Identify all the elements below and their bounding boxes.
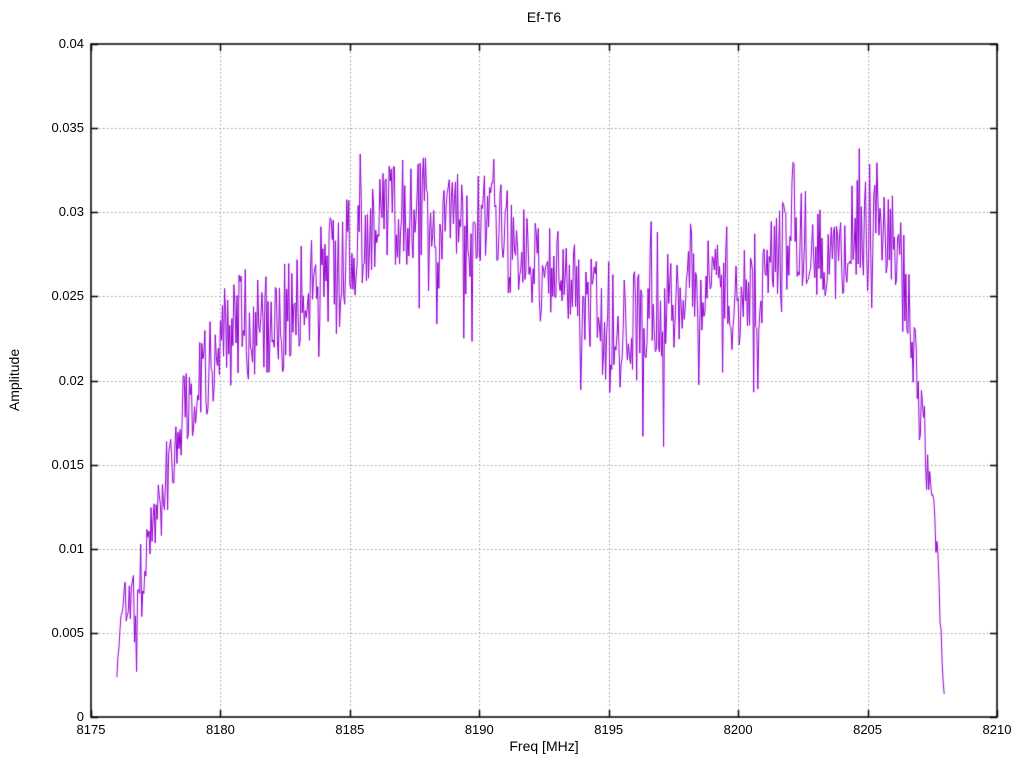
plot-canvas xyxy=(0,0,1024,768)
x-tick-label: 8195 xyxy=(594,722,624,737)
y-tick-label: 0.03 xyxy=(58,204,84,220)
y-tick-label: 0.015 xyxy=(51,456,84,472)
y-tick-label: 0.04 xyxy=(58,36,84,51)
y-tick-label: 0.02 xyxy=(58,372,84,388)
y-tick-label: 0 xyxy=(76,709,84,724)
x-tick-label: 8210 xyxy=(982,722,1012,737)
y-tick-label: 0.035 xyxy=(51,120,84,136)
x-tick-label: 8175 xyxy=(76,722,106,737)
chart-title: Ef-T6 xyxy=(526,9,562,25)
y-tick-label: 0.025 xyxy=(51,288,84,304)
x-tick-label: 8205 xyxy=(853,722,883,737)
x-axis-label: Freq [MHz] xyxy=(509,738,579,754)
x-tick-label: 8185 xyxy=(335,722,365,737)
x-tick-label: 8180 xyxy=(205,722,235,737)
x-tick-label: 8200 xyxy=(723,722,753,737)
x-tick-label: 8190 xyxy=(464,722,494,737)
y-tick-label: 0.01 xyxy=(58,540,84,556)
chart-figure: Ef-T6 Amplitude Freq [MHz] 0 0.005 0.01 0.0… xyxy=(0,0,1024,768)
y-tick-label: 0.005 xyxy=(51,624,84,640)
